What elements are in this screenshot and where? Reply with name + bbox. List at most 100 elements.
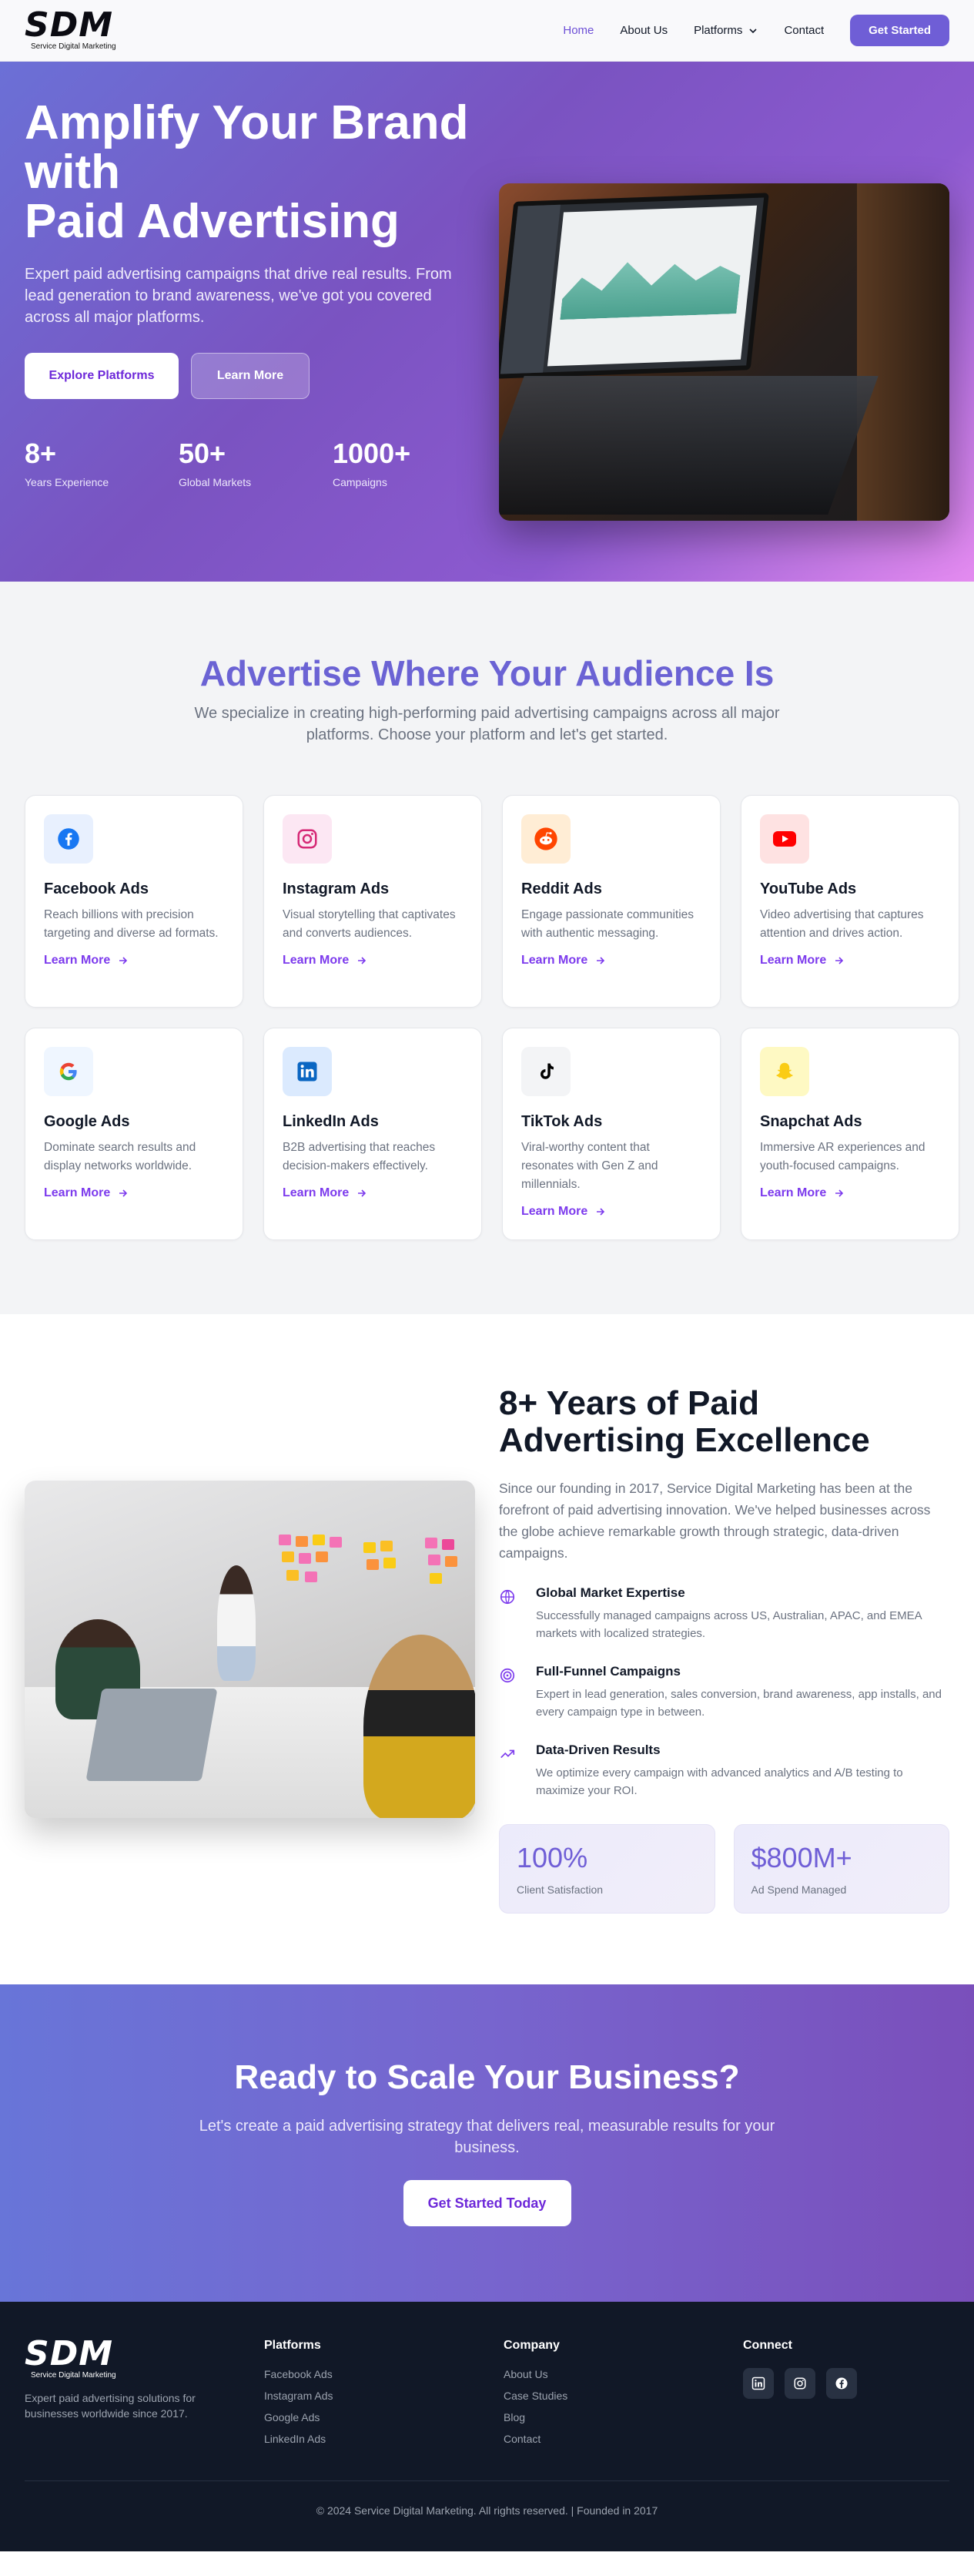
cta-section: Ready to Scale Your Business? Let's crea…	[0, 1984, 974, 2302]
linkedin-icon[interactable]	[743, 2368, 774, 2399]
explore-platforms-button[interactable]: Explore Platforms	[25, 353, 179, 399]
platform-description: Viral-worthy content that resonates with…	[521, 1141, 658, 1191]
learn-more-label: Learn More	[760, 1186, 827, 1199]
nav-contact[interactable]: Contact	[784, 24, 824, 37]
footer-platforms: Platforms Facebook Ads Instagram Ads Goo…	[264, 2339, 504, 2450]
learn-more-link[interactable]: Learn More	[44, 954, 224, 968]
footer-link[interactable]: Contact	[504, 2428, 743, 2450]
platform-card-instagram[interactable]: Instagram Ads Visual storytelling that c…	[263, 795, 482, 1008]
feature-text: Global Market Expertise Successfully man…	[536, 1585, 949, 1642]
footer-link[interactable]: Case Studies	[504, 2385, 743, 2407]
learn-more-label: Learn More	[521, 1205, 588, 1218]
nav-platforms-label: Platforms	[694, 24, 743, 37]
reddit-icon	[521, 814, 571, 864]
platform-description: Engage passionate communities with authe…	[521, 908, 695, 940]
platform-description: Immersive AR experiences and youth-focus…	[760, 1141, 925, 1172]
footer-link[interactable]: Instagram Ads	[264, 2385, 504, 2407]
foreground-person-graphic	[363, 1635, 475, 1818]
snapchat-icon	[760, 1047, 809, 1096]
get-started-button[interactable]: Get Started	[850, 15, 949, 46]
team-meeting-image	[25, 1481, 475, 1818]
platforms-section: Advertise Where Your Audience Is We spec…	[0, 582, 974, 1314]
footer-link[interactable]: Google Ads	[264, 2407, 504, 2428]
nav-home[interactable]: Home	[563, 24, 594, 37]
footer-link-list: About Us Case Studies Blog Contact	[504, 2363, 743, 2450]
footer-link[interactable]: About Us	[504, 2363, 743, 2385]
learn-more-button[interactable]: Learn More	[191, 353, 310, 399]
metric-value: 100%	[517, 1842, 588, 1873]
learn-more-link[interactable]: Learn More	[521, 954, 701, 968]
learn-more-label: Learn More	[44, 1186, 111, 1199]
stat-label: Campaigns	[333, 476, 387, 488]
platform-description: Dominate search results and display netw…	[44, 1141, 196, 1172]
footer-heading: Connect	[743, 2339, 792, 2352]
nav-platforms[interactable]: Platforms	[694, 24, 758, 37]
platform-description: B2B advertising that reaches decision-ma…	[283, 1141, 436, 1172]
site-footer: SDM Service Digital Marketing Expert pai…	[0, 2302, 974, 2551]
learn-more-link[interactable]: Learn More	[760, 954, 940, 968]
logo[interactable]: SDM Service Digital Marketing	[25, 8, 116, 52]
platform-name: Google Ads	[44, 1113, 130, 1130]
hero-stats: 8+ Years Experience 50+ Global Markets 1…	[25, 438, 487, 488]
platform-card-reddit[interactable]: Reddit Ads Engage passionate communities…	[502, 795, 721, 1008]
platform-name: LinkedIn Ads	[283, 1113, 379, 1130]
footer-company: Company About Us Case Studies Blog Conta…	[504, 2339, 743, 2450]
platform-card-tiktok[interactable]: TikTok Ads Viral-worthy content that res…	[502, 1028, 721, 1240]
platform-name: Facebook Ads	[44, 880, 149, 897]
hero-content: Amplify Your Brand with Paid Advertising…	[25, 99, 487, 582]
target-icon	[499, 1667, 516, 1684]
stat-campaigns: 1000+ Campaigns	[333, 438, 487, 488]
hero-laptop-image	[499, 183, 949, 521]
learn-more-link[interactable]: Learn More	[760, 1186, 940, 1200]
instagram-icon[interactable]	[785, 2368, 815, 2399]
learn-more-link[interactable]: Learn More	[283, 954, 463, 968]
globe-icon	[499, 1588, 516, 1605]
feature-title: Full-Funnel Campaigns	[536, 1664, 681, 1679]
learn-more-link[interactable]: Learn More	[44, 1186, 224, 1200]
platform-card-youtube[interactable]: YouTube Ads Video advertising that captu…	[741, 795, 959, 1008]
facebook-icon[interactable]	[826, 2368, 857, 2399]
platform-card-linkedin[interactable]: LinkedIn Ads B2B advertising that reache…	[263, 1028, 482, 1240]
hero-section: Amplify Your Brand with Paid Advertising…	[0, 62, 974, 582]
hero-description: Expert paid advertising campaigns that d…	[25, 266, 452, 326]
cta-text: Let's create a paid advertising strategy…	[199, 2118, 775, 2156]
platform-name: YouTube Ads	[760, 880, 857, 897]
cta-title: Ready to Scale Your Business?	[234, 2058, 740, 2096]
metric-value: $800M+	[751, 1842, 852, 1873]
hero-title: Amplify Your Brand with Paid Advertising	[25, 99, 487, 247]
footer-heading: Platforms	[264, 2339, 321, 2352]
arrow-right-icon	[597, 1208, 605, 1216]
platform-card-snapchat[interactable]: Snapchat Ads Immersive AR experiences an…	[741, 1028, 959, 1240]
learn-more-link[interactable]: Learn More	[283, 1186, 463, 1200]
footer-link-list: Facebook Ads Instagram Ads Google Ads Li…	[264, 2363, 504, 2450]
platform-name: Snapchat Ads	[760, 1113, 862, 1130]
main-nav: Home About Us Platforms Contact Get Star…	[563, 15, 949, 46]
platform-card-google[interactable]: Google Ads Dominate search results and d…	[25, 1028, 243, 1240]
social-links	[743, 2368, 949, 2399]
footer-logo[interactable]: SDM Service Digital Marketing	[25, 2337, 264, 2380]
arrow-right-icon	[835, 957, 844, 964]
learn-more-link[interactable]: Learn More	[521, 1205, 701, 1219]
arrow-right-icon	[119, 957, 128, 964]
learn-more-label: Learn More	[44, 954, 111, 967]
arrow-right-icon	[835, 1189, 844, 1197]
platform-card-facebook[interactable]: Facebook Ads Reach billions with precisi…	[25, 795, 243, 1008]
linkedin-icon	[283, 1047, 332, 1096]
hero-title-line3: Paid Advertising	[25, 195, 400, 248]
platform-name: Reddit Ads	[521, 880, 602, 897]
bookshelf-graphic	[857, 183, 949, 521]
footer-link[interactable]: Facebook Ads	[264, 2363, 504, 2385]
get-started-today-button[interactable]: Get Started Today	[403, 2180, 571, 2226]
platform-grid: Facebook Ads Reach billions with precisi…	[25, 795, 959, 1240]
stat-value: 1000+	[333, 438, 411, 469]
laptop-keyboard-graphic	[499, 376, 879, 515]
footer-link[interactable]: LinkedIn Ads	[264, 2428, 504, 2450]
instagram-icon	[283, 814, 332, 864]
nav-about[interactable]: About Us	[620, 24, 668, 37]
hero-title-line2: with	[25, 146, 120, 199]
stat-years: 8+ Years Experience	[25, 438, 179, 488]
footer-link[interactable]: Blog	[504, 2407, 743, 2428]
platforms-subtitle: We specialize in creating high-performin…	[194, 705, 780, 743]
platform-description: Visual storytelling that captivates and …	[283, 908, 456, 940]
experience-section: 8+ Years of Paid Advertising Excellence …	[0, 1314, 974, 1984]
